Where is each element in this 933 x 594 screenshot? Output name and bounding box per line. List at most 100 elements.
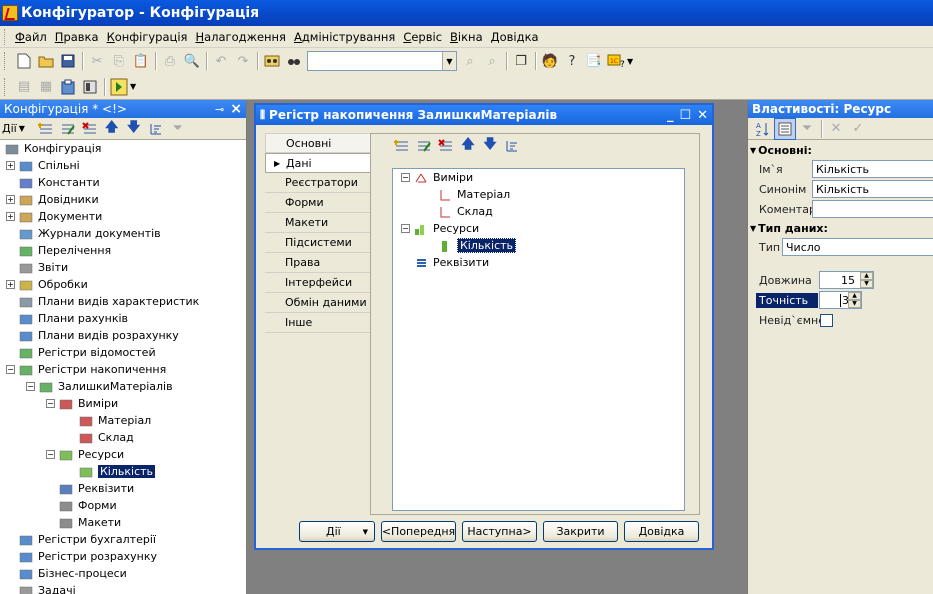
tab-data[interactable]: Дані	[265, 153, 371, 173]
menu-debug[interactable]: Налагодження	[191, 30, 290, 44]
tree-node[interactable]: Форми	[46, 497, 117, 514]
type-field[interactable]: Число	[782, 238, 933, 256]
tree-node[interactable]: + Документи	[6, 208, 102, 225]
collapse-icon[interactable]: −	[6, 365, 15, 374]
collapse-icon[interactable]: −	[46, 450, 55, 459]
tree-node-quantity[interactable]: Кількість	[437, 237, 517, 254]
menu-service[interactable]: Сервіс	[399, 30, 446, 44]
move-up-icon[interactable]: 🡅	[101, 118, 123, 140]
cut-icon[interactable]: ✂	[86, 50, 108, 72]
filter-icon[interactable]: ⏷	[796, 118, 818, 140]
tab-main[interactable]: Основні	[265, 133, 371, 153]
spin-down-icon[interactable]: ▼	[848, 300, 861, 308]
move-up-icon[interactable]: 🡅	[457, 135, 479, 157]
tree-node[interactable]: Матеріал	[66, 412, 151, 429]
tab-interfaces[interactable]: Інтерфейси	[265, 273, 371, 293]
help-search-icon[interactable]: ?	[561, 50, 583, 72]
precision-spinner[interactable]: 3 ▲ ▼	[819, 291, 862, 309]
help-button[interactable]: Довідка	[624, 521, 699, 542]
tree-node[interactable]: Плани видів характеристик	[6, 293, 199, 310]
tree-node[interactable]: Звіти	[6, 259, 68, 276]
close-button[interactable]: Закрити	[543, 521, 618, 542]
open-db-config-icon[interactable]	[79, 76, 101, 98]
tab-templates[interactable]: Макети	[265, 213, 371, 233]
redo-icon[interactable]: ↷	[232, 50, 254, 72]
tree-node[interactable]: Плани видів розрахунку	[6, 327, 179, 344]
spin-up-icon[interactable]: ▲	[860, 272, 873, 280]
tab-forms[interactable]: Форми	[265, 193, 371, 213]
pin-icon[interactable]: ⊸	[215, 103, 224, 116]
undo-icon[interactable]: ↶	[210, 50, 232, 72]
tab-rights[interactable]: Права	[265, 253, 371, 273]
delete-icon[interactable]	[79, 118, 101, 140]
chevron-down-icon[interactable]: ▼	[442, 52, 456, 70]
synonym-field[interactable]: Кількість	[812, 180, 933, 198]
minimize-icon[interactable]: _	[667, 108, 674, 123]
tree-node[interactable]: − Регістри накопичення	[6, 361, 166, 378]
find-next-icon[interactable]: ⌕	[481, 50, 503, 72]
edit-icon[interactable]	[57, 118, 79, 140]
move-down-icon[interactable]: 🡇	[123, 118, 145, 140]
tree-node[interactable]: Склад	[66, 429, 134, 446]
menu-help[interactable]: Довідка	[487, 30, 543, 44]
menu-configuration[interactable]: Конфігурація	[103, 30, 192, 44]
run-debug-icon[interactable]	[108, 76, 130, 98]
delete-icon[interactable]	[435, 135, 457, 157]
prev-button[interactable]: <Попередня	[381, 521, 456, 542]
paste-icon[interactable]: 📋	[130, 50, 152, 72]
apply-icon[interactable]: ✓	[847, 118, 869, 140]
expand-icon[interactable]: +	[6, 195, 15, 204]
tree-node[interactable]: Регістри бухгалтерії	[6, 531, 156, 548]
tree-node[interactable]: − ЗалишкиМатеріалів	[26, 378, 173, 395]
tree-node[interactable]: Реквізити	[46, 480, 134, 497]
tree-node[interactable]: + Довідники	[6, 191, 99, 208]
chevron-down-icon[interactable]: ▼	[130, 82, 138, 91]
assistant-icon[interactable]: 🧑	[539, 50, 561, 72]
add-icon[interactable]	[391, 135, 413, 157]
menu-edit[interactable]: Правка	[51, 30, 103, 44]
name-field[interactable]: Кількість	[812, 160, 933, 178]
collapse-icon[interactable]: −	[401, 173, 410, 182]
tree-node-material[interactable]: Матеріал	[437, 186, 510, 203]
close-icon[interactable]: ×	[230, 101, 242, 117]
toolbar-grip[interactable]	[4, 77, 7, 96]
menu-windows[interactable]: Вікна	[446, 30, 487, 44]
spin-up-icon[interactable]: ▲	[848, 292, 861, 300]
cancel-icon[interactable]: ✕	[825, 118, 847, 140]
sort-alpha-icon[interactable]: AZ	[752, 118, 774, 140]
tab-registrators[interactable]: Реєстратори	[265, 173, 371, 193]
preview-icon[interactable]: 🔍	[181, 50, 203, 72]
group-main[interactable]: ▼ Основні:	[748, 144, 933, 157]
tree-node[interactable]: Конфігурація	[4, 140, 101, 157]
compare-config-icon[interactable]: ▤	[13, 76, 35, 98]
edit-icon[interactable]	[413, 135, 435, 157]
actions-button[interactable]: Дії ▼	[299, 521, 375, 542]
tree-node[interactable]: Плани рахунків	[6, 310, 128, 327]
tree-node[interactable]: + Спільні	[6, 157, 80, 174]
tree-node-dimensions[interactable]: − Виміри	[401, 169, 473, 186]
save-icon[interactable]	[57, 50, 79, 72]
tree-node[interactable]: Журнали документів	[6, 225, 161, 242]
spin-down-icon[interactable]: ▼	[860, 280, 873, 288]
tab-other[interactable]: Інше	[265, 313, 371, 333]
tree-node-warehouse[interactable]: Склад	[437, 203, 493, 220]
expand-icon[interactable]: +	[6, 161, 15, 170]
tree-node[interactable]: Задачі	[6, 582, 76, 594]
move-down-icon[interactable]: 🡇	[479, 135, 501, 157]
copy-icon[interactable]: ⎘	[108, 50, 130, 72]
chevron-down-icon[interactable]: ▼	[627, 57, 635, 66]
tree-node[interactable]: Регістри відомостей	[6, 344, 156, 361]
search-combo[interactable]: ▼	[307, 51, 457, 71]
collapse-icon[interactable]: −	[26, 382, 35, 391]
its-icon[interactable]: 1C?	[605, 50, 627, 72]
tab-subsystems[interactable]: Підсистеми	[265, 233, 371, 253]
expand-icon[interactable]: +	[6, 280, 15, 289]
find-icon[interactable]	[283, 50, 305, 72]
toolbar-grip[interactable]	[4, 52, 7, 70]
tree-node[interactable]: Константи	[6, 174, 100, 191]
tree-node[interactable]: Кількість	[66, 463, 156, 480]
sort-icon[interactable]	[501, 135, 523, 157]
tree-node[interactable]: − Ресурси	[46, 446, 124, 463]
tab-data-exchange[interactable]: Обмін даними	[265, 293, 371, 313]
print-icon[interactable]: ⎙	[159, 50, 181, 72]
